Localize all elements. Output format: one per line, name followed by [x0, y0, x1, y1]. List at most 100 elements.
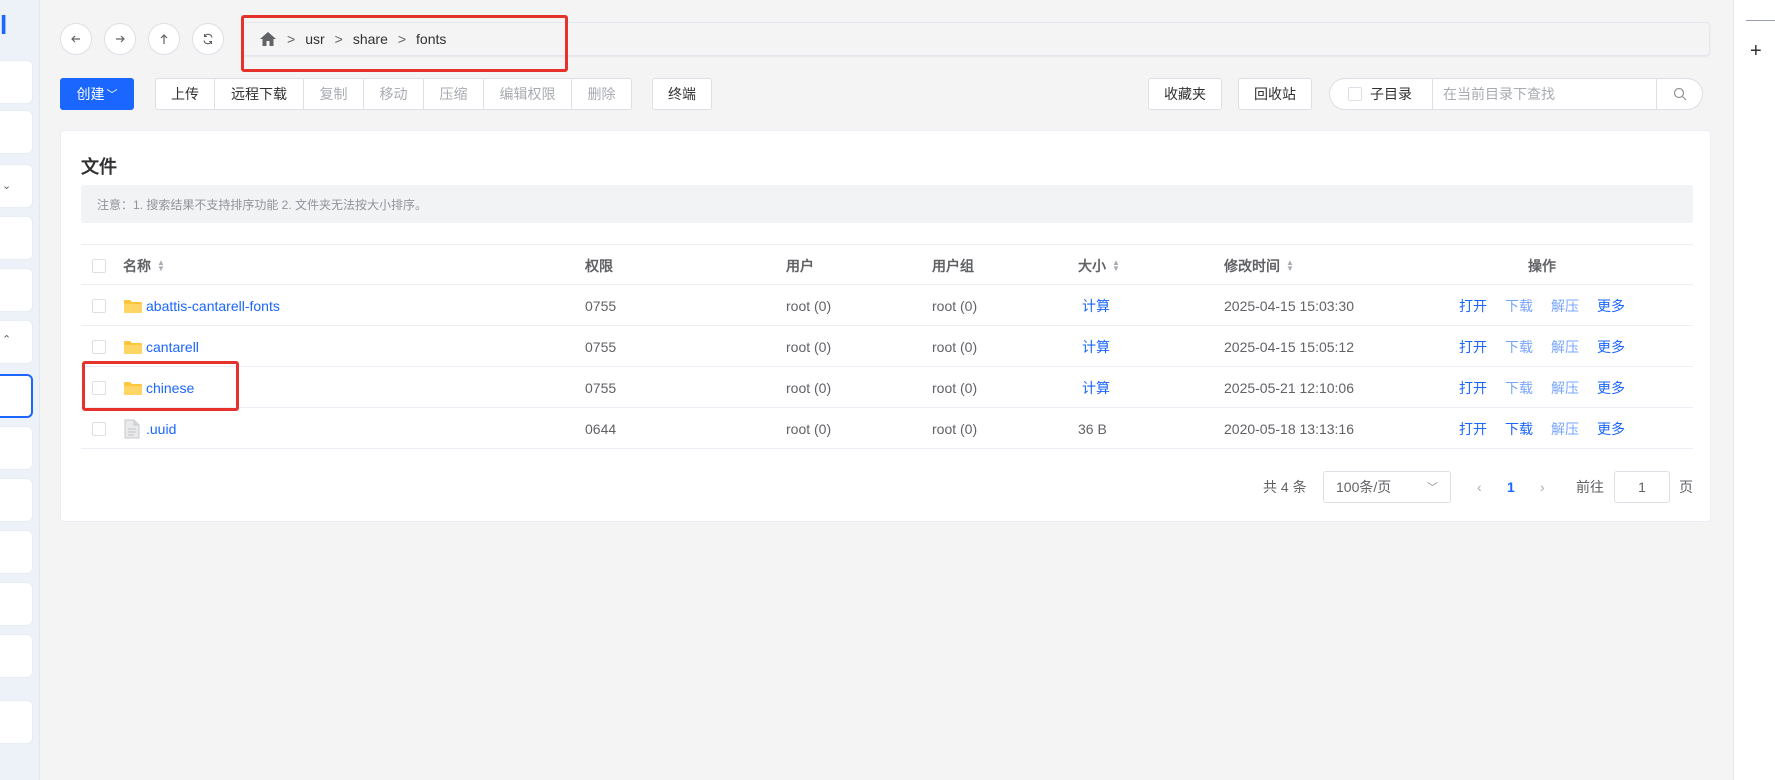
plus-icon[interactable]: +: [1750, 40, 1762, 63]
file-panel: 文件 注意：1. 搜索结果不支持排序功能 2. 文件夹无法按大小排序。 名称 ▲ ▼…: [60, 130, 1711, 522]
create-button[interactable]: 创建 ﹀: [60, 78, 134, 110]
forward-button[interactable]: [104, 23, 136, 55]
search-button[interactable]: [1656, 79, 1702, 109]
refresh-button[interactable]: [192, 23, 224, 55]
edit-permission-button[interactable]: 编辑权限: [484, 78, 572, 110]
download-link[interactable]: 下载: [1505, 285, 1533, 326]
page-number-current[interactable]: 1: [1507, 471, 1515, 503]
group-value[interactable]: root (0): [932, 367, 977, 408]
terminal-button[interactable]: 终端: [652, 78, 712, 110]
up-button[interactable]: [148, 23, 180, 55]
open-link[interactable]: 打开: [1459, 408, 1487, 449]
sidebar-item[interactable]: [0, 60, 33, 104]
download-link[interactable]: 下载: [1505, 408, 1533, 449]
more-link[interactable]: 更多: [1597, 408, 1625, 449]
permission-value[interactable]: 0755: [585, 326, 616, 367]
more-link[interactable]: 更多: [1597, 326, 1625, 367]
column-modified-label: 修改时间: [1224, 257, 1280, 274]
calculate-size-link[interactable]: 计算: [1082, 326, 1110, 367]
row-checkbox[interactable]: [92, 298, 106, 313]
search-input[interactable]: [1433, 79, 1656, 109]
breadcrumb-item-share[interactable]: share: [353, 31, 388, 47]
sidebar-item[interactable]: [0, 110, 33, 154]
breadcrumb-item-usr[interactable]: usr: [305, 31, 324, 47]
sort-icon[interactable]: ▲ ▼: [1286, 258, 1294, 272]
extract-link[interactable]: 解压: [1551, 326, 1579, 367]
open-link[interactable]: 打开: [1459, 326, 1487, 367]
subdir-checkbox[interactable]: 子目录: [1330, 79, 1433, 109]
next-page-button[interactable]: ›: [1540, 471, 1545, 503]
row-checkbox[interactable]: [92, 380, 106, 395]
download-link[interactable]: 下载: [1505, 367, 1533, 408]
delete-button[interactable]: 删除: [572, 78, 632, 110]
user-value[interactable]: root (0): [786, 326, 831, 367]
column-group: 用户组: [932, 257, 974, 274]
column-modified[interactable]: 修改时间 ▲ ▼: [1224, 245, 1294, 286]
sidebar-item[interactable]: ⌄: [0, 164, 33, 208]
arrow-left-icon: [71, 35, 80, 43]
chevron-right-icon: ›: [1540, 479, 1545, 495]
column-name-label: 名称: [123, 257, 151, 274]
upload-button[interactable]: 上传: [155, 78, 215, 110]
sidebar-item[interactable]: [0, 582, 33, 626]
subdir-checkbox-box[interactable]: [1348, 87, 1362, 101]
permission-value[interactable]: 0755: [585, 367, 616, 408]
breadcrumb[interactable]: > usr > share > fonts: [242, 22, 1710, 56]
compress-button[interactable]: 压缩: [424, 78, 484, 110]
favorites-button[interactable]: 收藏夹: [1148, 78, 1222, 110]
sidebar-item[interactable]: [0, 426, 33, 470]
open-link[interactable]: 打开: [1459, 285, 1487, 326]
modified-value: 2025-04-15 15:03:30: [1224, 297, 1354, 314]
row-checkbox[interactable]: [92, 339, 106, 354]
select-all-checkbox[interactable]: [92, 258, 106, 273]
breadcrumb-item-fonts[interactable]: fonts: [416, 31, 446, 47]
permission-value[interactable]: 0644: [585, 408, 616, 449]
page-size-value: 100条/页: [1336, 479, 1392, 495]
sidebar-item[interactable]: [0, 700, 33, 744]
move-button[interactable]: 移动: [364, 78, 424, 110]
column-size[interactable]: 大小 ▲ ▼: [1078, 245, 1120, 286]
group-value[interactable]: root (0): [932, 326, 977, 367]
sidebar-item[interactable]: [0, 216, 33, 260]
group-value[interactable]: root (0): [932, 285, 977, 326]
file-name-link[interactable]: chinese: [146, 380, 194, 396]
column-name[interactable]: 名称 ▲ ▼: [123, 245, 165, 286]
more-link[interactable]: 更多: [1597, 367, 1625, 408]
group-value[interactable]: root (0): [932, 408, 977, 449]
sidebar-item[interactable]: ⌃: [0, 320, 33, 364]
remote-download-button[interactable]: 远程下载: [215, 78, 304, 110]
file-name-link[interactable]: .uuid: [146, 421, 176, 437]
download-link[interactable]: 下载: [1505, 326, 1533, 367]
sidebar-item[interactable]: [0, 478, 33, 522]
back-button[interactable]: [60, 23, 92, 55]
sidebar-item[interactable]: [0, 530, 33, 574]
page-size-select[interactable]: 100条/页 ﹀: [1323, 471, 1451, 503]
home-icon[interactable]: [259, 31, 277, 47]
sort-icon[interactable]: ▲ ▼: [157, 258, 165, 272]
prev-page-button[interactable]: ‹: [1477, 471, 1482, 503]
menu-line-icon: [1746, 20, 1775, 21]
calculate-size-link[interactable]: 计算: [1082, 285, 1110, 326]
extract-link[interactable]: 解压: [1551, 285, 1579, 326]
permission-value[interactable]: 0755: [585, 285, 616, 326]
open-link[interactable]: 打开: [1459, 367, 1487, 408]
sidebar-item-files[interactable]: [0, 374, 33, 418]
extract-link[interactable]: 解压: [1551, 367, 1579, 408]
calculate-size-link[interactable]: 计算: [1082, 367, 1110, 408]
extract-link[interactable]: 解压: [1551, 408, 1579, 449]
file-name-link[interactable]: cantarell: [146, 339, 199, 355]
sidebar: l ⌄ ⌃: [0, 0, 40, 780]
sidebar-item[interactable]: [0, 634, 33, 678]
copy-button[interactable]: 复制: [304, 78, 364, 110]
row-checkbox[interactable]: [92, 421, 106, 436]
sort-icon[interactable]: ▲ ▼: [1112, 258, 1120, 272]
recycle-bin-button[interactable]: 回收站: [1238, 78, 1312, 110]
sidebar-item[interactable]: [0, 268, 33, 312]
goto-page-input[interactable]: 1: [1614, 471, 1670, 503]
user-value[interactable]: root (0): [786, 285, 831, 326]
folder-icon: [124, 299, 142, 313]
user-value[interactable]: root (0): [786, 408, 831, 449]
more-link[interactable]: 更多: [1597, 285, 1625, 326]
user-value[interactable]: root (0): [786, 367, 831, 408]
file-name-link[interactable]: abattis-cantarell-fonts: [146, 298, 280, 314]
